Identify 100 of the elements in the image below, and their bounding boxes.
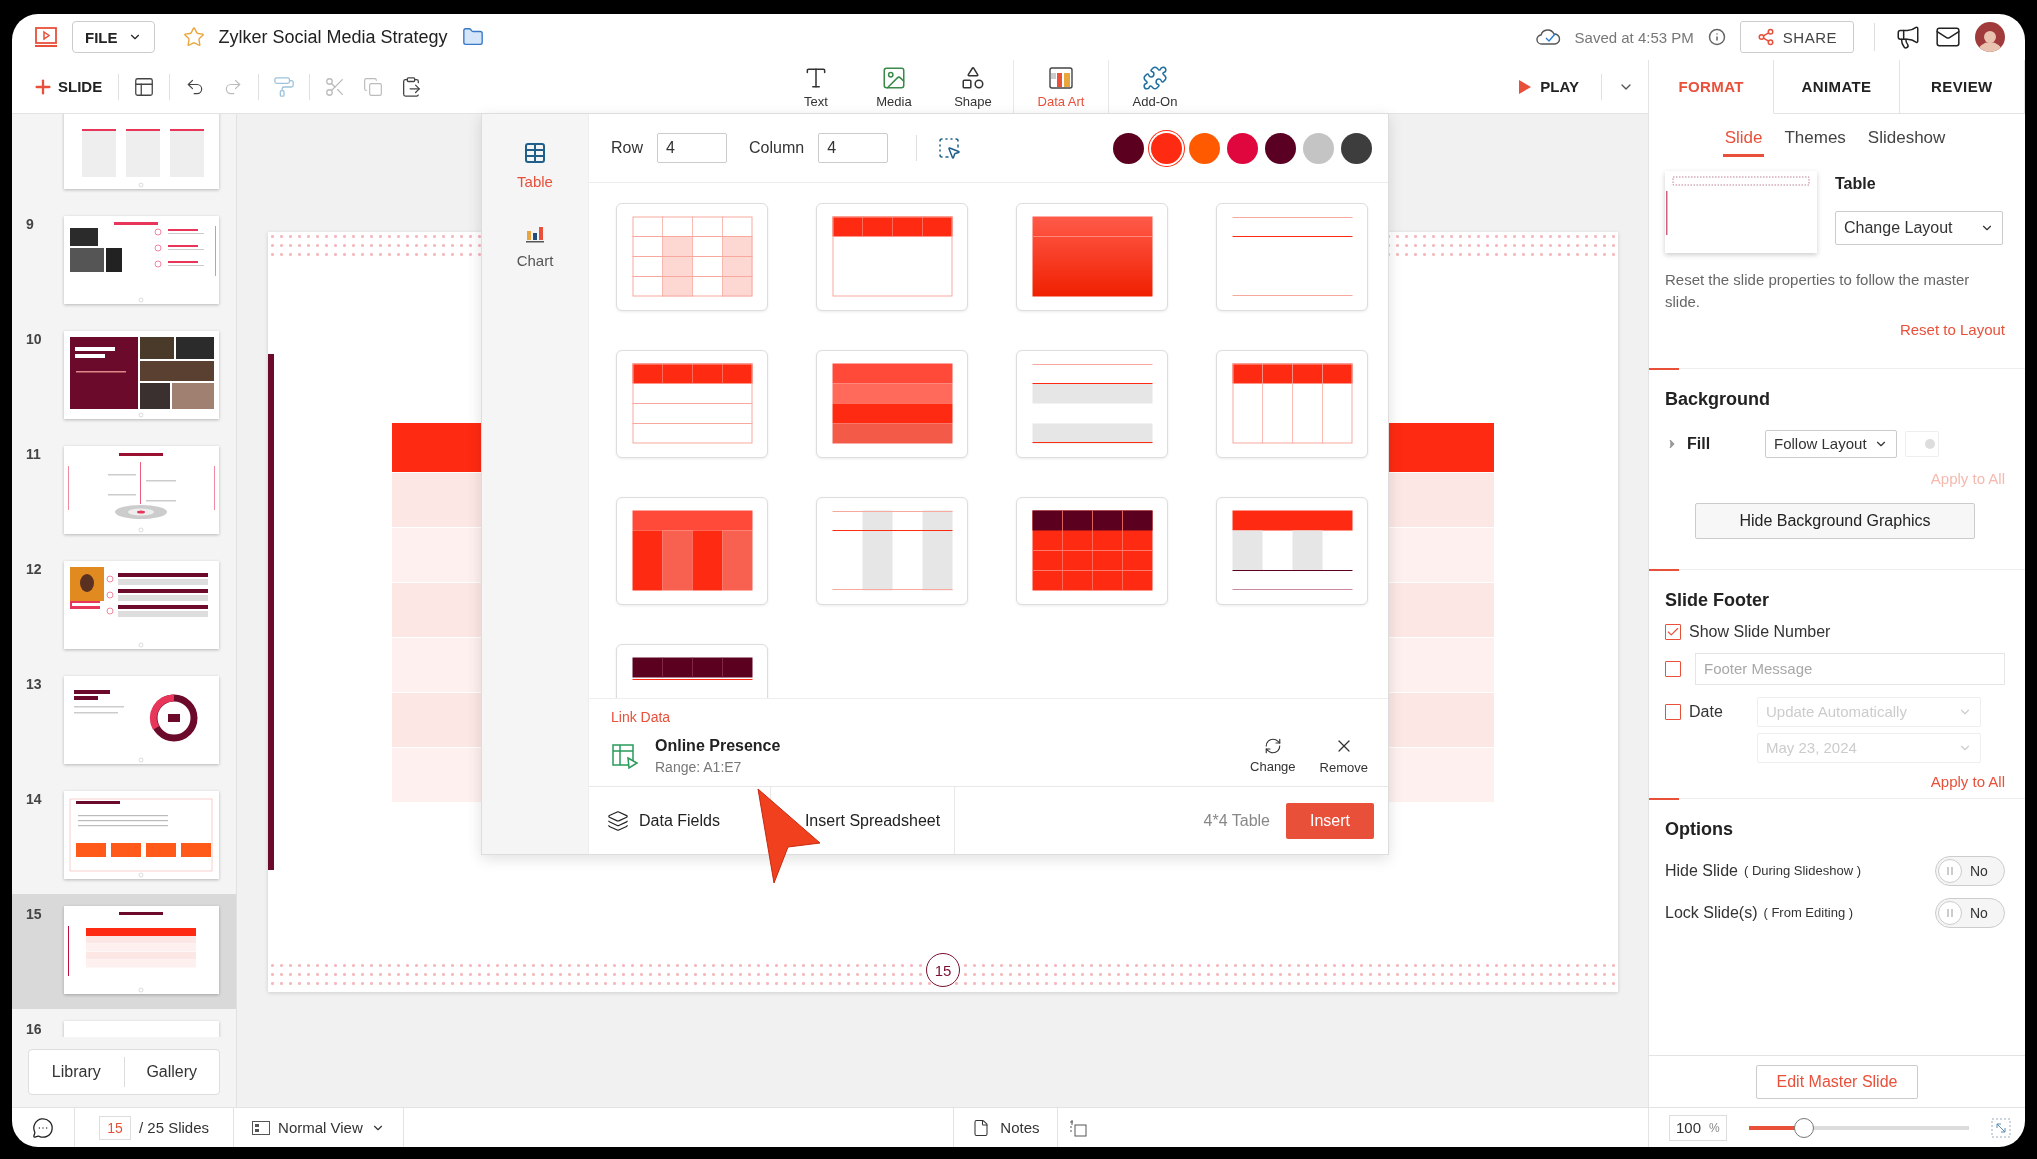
color-swatch[interactable] [1303, 132, 1334, 164]
slide-row[interactable]: 9 [12, 204, 236, 319]
document-title: Zylker Social Media Strategy [218, 26, 448, 48]
table-size-summary: 4*4 Table [1203, 811, 1270, 830]
data-source-button[interactable]: Data Fields [589, 787, 771, 854]
slide-row[interactable]: 13 [12, 664, 236, 779]
checkbox[interactable] [1665, 703, 1681, 720]
slide-row[interactable]: 10 [12, 319, 236, 434]
toggle-switch[interactable]: No [1935, 897, 2005, 928]
play-button[interactable]: PLAY [1512, 77, 1585, 96]
fill-color-picker[interactable] [1905, 430, 1939, 457]
slide-row[interactable]: 14 [12, 779, 236, 894]
option-note: ( From Editing ) [1763, 905, 1854, 920]
color-swatch[interactable] [1151, 132, 1182, 164]
slide-thumbnail[interactable] [64, 446, 219, 534]
table-style-icon [1031, 216, 1153, 297]
color-swatch[interactable] [1265, 132, 1296, 164]
table-style-icon [1031, 510, 1153, 591]
table-style-icon [831, 363, 953, 444]
fill-label: Fill [1687, 434, 1712, 453]
color-swatch[interactable] [1189, 132, 1220, 164]
chart-grid-icon [1048, 64, 1074, 91]
option-label: Lock Slide(s) [1665, 903, 1758, 922]
fill-dropdown[interactable]: Follow Layout [1765, 429, 1897, 458]
view-mode-dropdown[interactable]: Normal View [246, 1118, 391, 1137]
slide-count: / 25 Slides [139, 1119, 210, 1136]
column-count-field[interactable]: 4 [818, 133, 889, 163]
table-style-icon [831, 510, 953, 591]
info-icon[interactable] [1707, 28, 1726, 46]
slide-thumbnail[interactable] [64, 791, 219, 879]
slide-row[interactable]: 11 [12, 434, 236, 549]
select-area-icon[interactable] [937, 136, 962, 160]
slide-number: 11 [26, 446, 42, 464]
column-label: Column [749, 139, 805, 157]
file-menu-button[interactable]: FILE [72, 21, 155, 53]
section-heading: Options [1665, 818, 1733, 839]
slide-thumbnail[interactable] [64, 906, 219, 994]
zoom-unit: % [1709, 1120, 1720, 1135]
slide-thumbnail[interactable] [64, 331, 219, 419]
data-art-tab[interactable]: Chart [510, 221, 560, 270]
comments-icon[interactable] [32, 1116, 54, 1139]
slide-number-badge: 15 [926, 953, 960, 987]
slide-thumbnail[interactable] [64, 561, 219, 649]
normal-view-icon [252, 1120, 271, 1135]
insert-tool-button[interactable]: Data Art [1013, 60, 1109, 113]
linked-data-name: Online Presence [655, 736, 782, 755]
cloud-check-icon [1534, 27, 1561, 47]
folder-icon[interactable] [461, 26, 484, 48]
share-button[interactable]: SHARE [1739, 21, 1854, 53]
panel-switch-button[interactable]: Gallery [123, 1057, 219, 1087]
checkbox[interactable] [1665, 623, 1681, 640]
slide-row[interactable]: 16 [12, 1009, 236, 1037]
refresh-icon [1263, 737, 1282, 755]
reset-description: Reset the slide properties to follow the master slide. [1665, 270, 1971, 312]
slide-number: 14 [26, 791, 43, 809]
reset-layout-link[interactable]: Reset to Layout [1899, 320, 2005, 338]
current-slide-field[interactable]: 15 [99, 1115, 131, 1140]
slide-thumbnail[interactable] [64, 216, 219, 304]
toggle-switch[interactable]: No [1935, 855, 2005, 886]
format-subtab[interactable]: Themes [1782, 128, 1848, 157]
slide-sorter-icon[interactable] [1068, 1117, 1089, 1138]
checkbox[interactable] [1665, 660, 1681, 677]
zoom-field[interactable]: 100 % [1669, 1114, 1727, 1141]
link-action-button[interactable]: Change [1246, 737, 1300, 774]
hide-background-button[interactable]: Hide Background Graphics [1695, 502, 1975, 539]
linked-data-range: Range: A1:E7 [655, 758, 743, 775]
change-layout-dropdown[interactable]: Change Layout [1835, 211, 2003, 245]
panel-tab[interactable]: FORMAT [1649, 60, 1775, 114]
slide-thumbnail[interactable] [64, 676, 219, 764]
format-subtab[interactable]: Slide [1722, 128, 1765, 157]
save-status: Saved at 4:53 PM [1574, 28, 1694, 46]
apply-to-all-link[interactable]: Apply to All [1930, 772, 2005, 790]
user-avatar[interactable] [1975, 22, 2005, 52]
table-style-option[interactable] [1016, 497, 1168, 605]
slide-row[interactable]: 12 [12, 549, 236, 664]
notes-button[interactable]: Notes [966, 1117, 1046, 1138]
format-subtab[interactable]: Slideshow [1865, 128, 1948, 157]
share-icon [1756, 28, 1775, 46]
layers-icon [607, 809, 629, 832]
new-slide-button[interactable]: SLIDE [22, 75, 113, 98]
link-action-button[interactable]: Remove [1315, 736, 1372, 775]
layout-name: Table [1835, 175, 1877, 193]
slide-number: 15 [26, 906, 43, 924]
edit-master-slide-button[interactable]: Edit Master Slide [1755, 1064, 1919, 1099]
panel-switch-button[interactable]: Library [29, 1057, 124, 1087]
play-icon [1518, 78, 1533, 95]
color-swatch[interactable] [1341, 132, 1372, 164]
table-icon [523, 141, 547, 165]
star-icon[interactable] [182, 26, 205, 48]
selected-slide-row[interactable]: 15 [12, 894, 236, 1009]
insert-button[interactable]: Insert [1286, 802, 1374, 839]
section-heading: Link Data [611, 709, 672, 725]
copy-icon [363, 76, 384, 97]
megaphone-icon[interactable] [1895, 24, 1921, 50]
zoom-slider-handle[interactable] [1794, 1117, 1814, 1138]
section-heading: Slide Footer [1665, 589, 1769, 610]
color-swatch[interactable] [1227, 132, 1258, 164]
color-swatch[interactable] [1113, 132, 1144, 164]
row-count-field[interactable]: 4 [657, 133, 727, 163]
slide-thumbnail[interactable] [64, 114, 219, 189]
